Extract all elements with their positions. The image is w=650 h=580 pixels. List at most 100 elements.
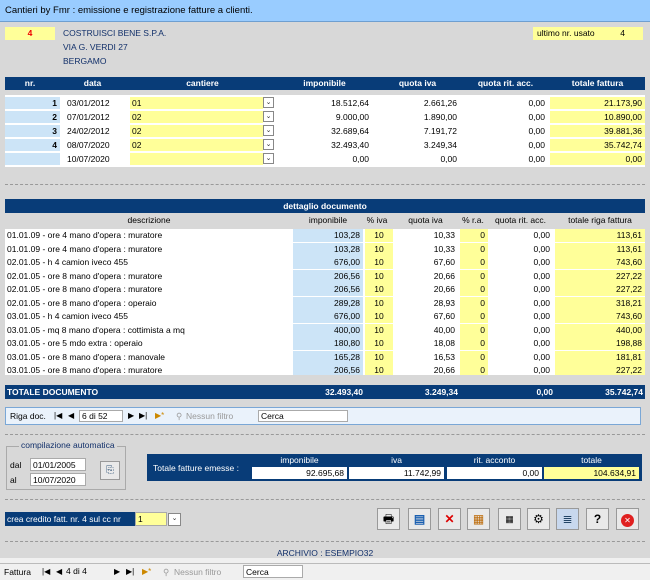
invoice-nr[interactable]: 3 [5,125,60,137]
printer-icon[interactable]: 🖶 [377,508,400,530]
record-next-icon[interactable]: ▶ [114,565,120,579]
detail-pra[interactable]: 0 [460,323,488,337]
invoice-nr[interactable]: 1 [5,97,60,109]
list-icon[interactable]: ≣ [556,508,579,530]
close-icon[interactable]: ✕ [616,508,639,530]
detail-table[interactable]: 01.01.09 - ore 4 mano d'opera : muratore… [5,229,645,375]
detail-descr[interactable]: 02.01.05 - ore 8 mano d'opera : operaio [5,297,293,310]
invoice-cantiere[interactable]: 02 [130,125,263,137]
detail-descr[interactable]: 03.01.05 - ore 5 mdo extra : operaio [5,337,293,350]
detail-nav-search[interactable]: Cerca [258,410,348,422]
detail-pra[interactable]: 0 [460,229,488,242]
client-address: VIA G. VERDI 27 [63,42,128,52]
invoice-cantiere[interactable]: 02 [130,139,263,151]
detail-piva[interactable]: 10 [365,350,393,364]
detail-imponibile[interactable]: 206,56 [293,364,363,375]
record-filter-icon[interactable]: ⚲ [163,565,169,579]
detail-pra[interactable]: 0 [460,337,488,350]
chevron-down-icon[interactable]: ⌄ [263,125,274,136]
delete-icon[interactable]: ✕ [438,508,461,530]
client-code[interactable]: 4 [5,27,55,40]
detail-descr[interactable]: 02.01.05 - h 4 camion iveco 455 [5,256,293,269]
next-record-icon[interactable]: ▶ [128,409,134,423]
record-nav-bar: Fattura |◀ ◀ 4 di 4 ▶ ▶| ▶* ⚲ Nessun fil… [0,563,650,580]
invoice-date[interactable]: 07/01/2012 [65,111,127,123]
chevron-down-icon[interactable]: ⌄ [263,153,274,164]
detail-descr[interactable]: 03.01.05 - mq 8 mano d'opera : cottimist… [5,324,293,337]
detail-piva[interactable]: 10 [365,283,393,296]
last-record-icon[interactable]: ▶| [139,409,147,423]
record-first-icon[interactable]: |◀ [42,565,50,579]
detail-descr[interactable]: 03.01.05 - h 4 camion iveco 455 [5,310,293,323]
detail-descr[interactable]: 02.01.05 - ore 8 mano d'opera : muratore [5,270,293,283]
detail-pra[interactable]: 0 [460,296,488,310]
detail-imponibile[interactable]: 103,28 [293,229,363,242]
preview-icon[interactable]: ▤ [408,508,431,530]
invoice-cantiere[interactable] [130,153,263,165]
help-icon[interactable]: ? [586,508,609,530]
export-icon[interactable]: ▦ [467,508,490,530]
detail-imponibile[interactable]: 289,28 [293,296,363,310]
chevron-down-icon[interactable]: ⌄ [168,513,181,526]
invoice-cantiere[interactable]: 01 [130,97,263,109]
detail-piva[interactable]: 10 [365,310,393,323]
detail-imponibile[interactable]: 180,80 [293,337,363,350]
detail-piva[interactable]: 10 [365,323,393,337]
new-record-icon[interactable]: ▶* [155,409,164,423]
detail-pra[interactable]: 0 [460,283,488,296]
prev-record-icon[interactable]: ◀ [68,409,74,423]
detail-pra[interactable]: 0 [460,310,488,323]
filter-icon[interactable]: ⚲ [176,409,182,423]
detail-nav-position[interactable]: 6 di 52 [79,410,123,422]
detail-imponibile[interactable]: 206,56 [293,283,363,296]
detail-imponibile[interactable]: 400,00 [293,323,363,337]
detail-descr[interactable]: 03.01.05 - ore 8 mano d'opera : manovale [5,351,293,364]
detail-piva[interactable]: 10 [365,269,393,283]
detail-imponibile[interactable]: 206,56 [293,269,363,283]
detail-pra[interactable]: 0 [460,256,488,269]
settings-icon[interactable]: ⚙ [527,508,550,530]
detail-nav-filter[interactable]: Nessun filtro [186,409,233,423]
chevron-down-icon[interactable]: ⌄ [263,97,274,108]
detail-imponibile[interactable]: 676,00 [293,310,363,323]
dal-input[interactable]: 01/01/2005 [30,458,86,471]
refresh-icon[interactable]: ⎘ [100,461,120,480]
invoice-date[interactable]: 10/07/2020 [65,153,127,165]
detail-piva[interactable]: 10 [365,256,393,269]
chevron-down-icon[interactable]: ⌄ [263,111,274,122]
detail-descr[interactable]: 03.01.05 - ore 8 mano d'opera : muratore [5,364,293,375]
detail-pra[interactable]: 0 [460,269,488,283]
record-nav-filter[interactable]: Nessun filtro [174,565,221,579]
invoice-nr[interactable]: 2 [5,111,60,123]
calendar-icon[interactable]: ▦ [498,508,521,530]
record-nav-position[interactable]: 4 di 4 [64,565,108,578]
detail-pra[interactable]: 0 [460,350,488,364]
invoice-date[interactable]: 03/01/2012 [65,97,127,109]
detail-descr[interactable]: 01.01.09 - ore 4 mano d'opera : muratore [5,243,293,256]
invoice-date[interactable]: 24/02/2012 [65,125,127,137]
detail-descr[interactable]: 01.01.09 - ore 4 mano d'opera : muratore [5,229,293,242]
invoice-date[interactable]: 08/07/2020 [65,139,127,151]
al-input[interactable]: 10/07/2020 [30,473,86,486]
record-prev-icon[interactable]: ◀ [56,565,62,579]
credit-select[interactable]: 1 [135,512,167,526]
chevron-down-icon[interactable]: ⌄ [263,139,274,150]
invoice-nr[interactable]: 4 [5,139,60,151]
record-last-icon[interactable]: ▶| [126,565,134,579]
invoice-nr[interactable] [5,153,60,165]
detail-piva[interactable]: 10 [365,296,393,310]
record-nav-search[interactable]: Cerca [243,565,303,578]
detail-imponibile[interactable]: 103,28 [293,242,363,256]
detail-piva[interactable]: 10 [365,337,393,350]
invoice-cantiere[interactable]: 02 [130,111,263,123]
detail-piva[interactable]: 10 [365,364,393,375]
detail-pra[interactable]: 0 [460,242,488,256]
detail-imponibile[interactable]: 676,00 [293,256,363,269]
detail-pra[interactable]: 0 [460,364,488,375]
first-record-icon[interactable]: |◀ [54,409,62,423]
detail-piva[interactable]: 10 [365,229,393,242]
detail-piva[interactable]: 10 [365,242,393,256]
record-new-icon[interactable]: ▶* [142,565,151,579]
detail-imponibile[interactable]: 165,28 [293,350,363,364]
detail-descr[interactable]: 02.01.05 - ore 8 mano d'opera : muratore [5,283,293,296]
